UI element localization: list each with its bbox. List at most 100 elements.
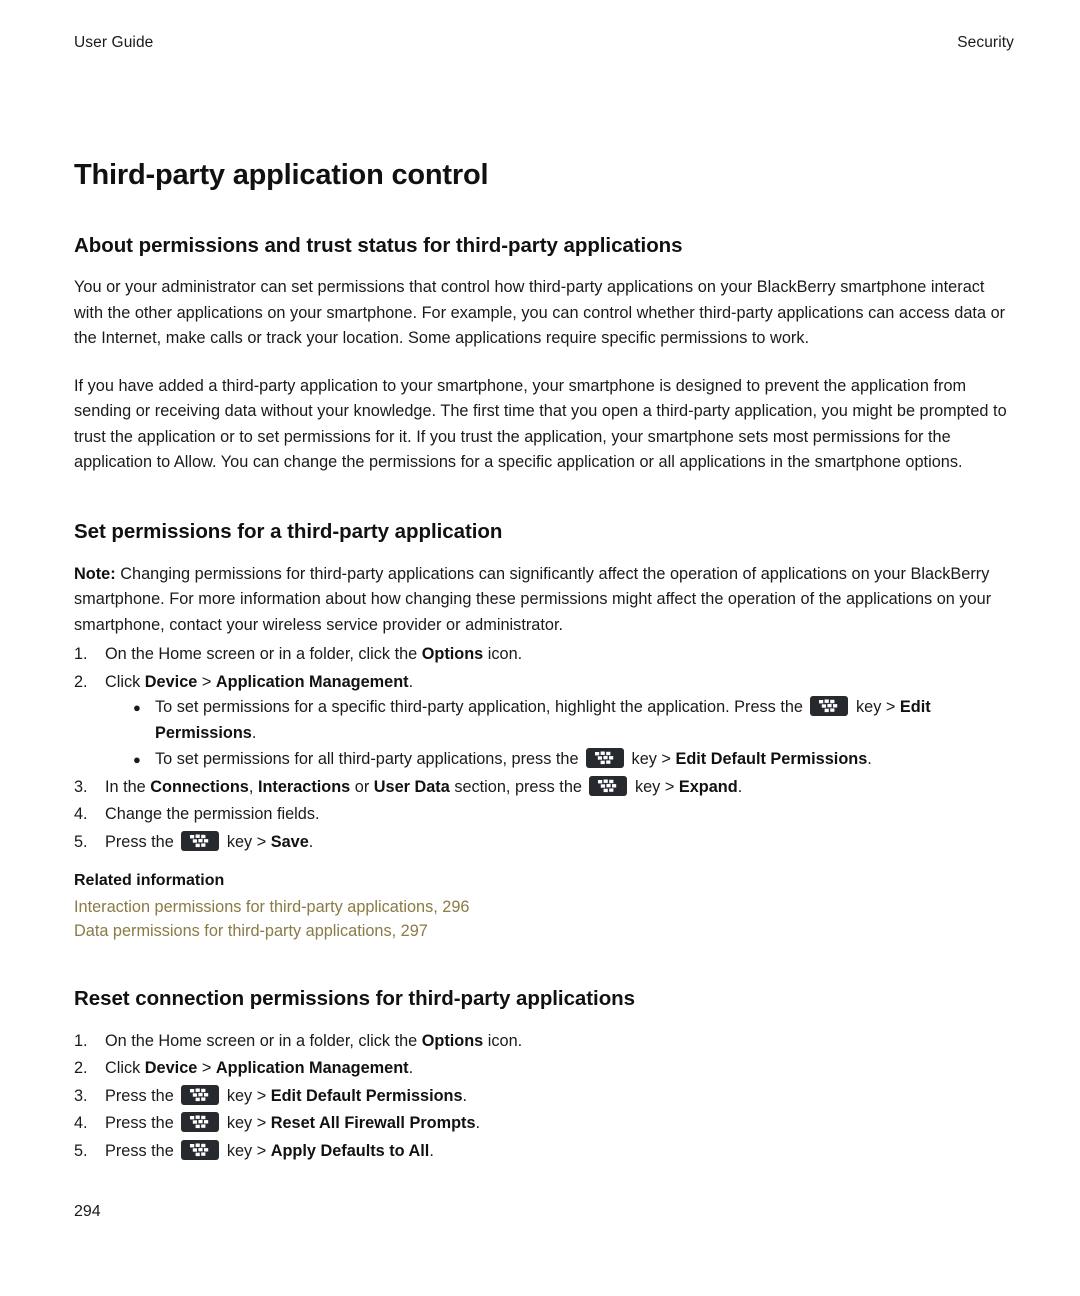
blackberry-menu-key-icon (589, 775, 628, 796)
step-text-part: . (408, 672, 414, 691)
blackberry-menu-key-icon (810, 696, 849, 717)
step-text-part: In the (105, 777, 151, 796)
page-title: Third-party application control (74, 159, 489, 191)
related-information-block: Related information Interaction permissi… (74, 869, 1014, 943)
step-item: 3. In the Connections, Interactions or Us… (74, 775, 1014, 801)
related-information-heading: Related information (74, 872, 225, 890)
step-text-part: or (350, 777, 374, 796)
blackberry-menu-key-icon (586, 748, 625, 769)
blackberry-menu-key-icon (181, 1084, 220, 1105)
step-item: 5. Press the key > Save. (74, 830, 1014, 856)
paragraph-about-permissions-1: You or your administrator can set permis… (74, 278, 1006, 348)
steps-list-set-permissions: 1. On the Home screen or in a folder, cli… (74, 642, 1014, 855)
step-text-part: Change the permission fields. (105, 805, 320, 824)
step-text-part: , (248, 777, 258, 796)
step-text-part: section, press the (449, 777, 587, 796)
related-link-interaction-permissions[interactable]: Interaction permissions for third-party … (74, 895, 1014, 919)
bullet-text-part: key > (627, 750, 676, 769)
step-emphasis-options: Options (421, 1031, 484, 1050)
step-number: 4. (74, 1114, 88, 1133)
step-emphasis-connections: Connections (150, 777, 249, 796)
bullet-text-part: . (867, 750, 872, 769)
blackberry-menu-key-icon (181, 830, 220, 851)
step-emphasis-application-management: Application Management (215, 1059, 409, 1078)
related-link-data-permissions[interactable]: Data permissions for third-party applica… (74, 919, 1014, 943)
step-item: 1. On the Home screen or in a folder, cli… (74, 642, 1014, 668)
step-separator: > (197, 672, 216, 691)
header-right-label: Security (957, 34, 1014, 51)
steps-list-reset-permissions: 1. On the Home screen or in a folder, cli… (74, 1029, 1014, 1165)
step-text-part: key > (222, 1141, 271, 1160)
step-text-part: . (408, 1059, 414, 1078)
bullet-text-part: To set permissions for a specific third-… (155, 698, 808, 717)
step-emphasis-user-data: User Data (373, 777, 450, 796)
step-text-part: On the Home screen or in a folder, click… (105, 645, 422, 664)
blackberry-menu-key-icon (181, 1139, 220, 1160)
header-left-label: User Guide (74, 34, 154, 51)
bullet-dot-icon: ● (133, 700, 141, 716)
step-number: 1. (74, 1031, 88, 1050)
step-emphasis-device: Device (144, 1059, 198, 1078)
step-emphasis-apply-defaults-to-all: Apply Defaults to All (270, 1141, 430, 1160)
step-text-part: . (462, 1086, 468, 1105)
step-text-part: On the Home screen or in a folder, click… (105, 1031, 422, 1050)
step-number: 3. (74, 777, 88, 796)
step-number: 2. (74, 1059, 88, 1078)
step-emphasis-save: Save (270, 832, 309, 851)
step-text-part: key > (630, 777, 679, 796)
step-text-part: Click (105, 1059, 145, 1078)
step-number: 3. (74, 1086, 88, 1105)
bullet-dot-icon: ● (133, 752, 141, 768)
paragraph-about-permissions-2: If you have added a third-party applicat… (74, 376, 1007, 472)
step-text-part: key > (222, 832, 271, 851)
sub-bullet-wrapper: ● To set permissions for a specific third… (105, 695, 1014, 773)
step-text-part: . (429, 1141, 434, 1160)
step-number: 5. (74, 832, 88, 851)
step-item: 4. Press the key > Reset All Firewall Pro… (74, 1111, 1014, 1137)
document-page: User Guide Security Third-party applicat… (0, 0, 1080, 1296)
sub-bullet-list: ● To set permissions for a specific third… (127, 695, 1014, 773)
bullet-text-part: To set permissions for all third-party a… (155, 750, 584, 769)
page-number: 294 (74, 1203, 101, 1220)
step-item: 5. Press the key > Apply Defaults to All. (74, 1139, 1014, 1165)
step-item: 4. Change the permission fields. (74, 802, 1014, 828)
note-text: Changing permissions for third-party app… (74, 564, 992, 634)
step-text-part: key > (222, 1114, 271, 1133)
step-emphasis-edit-default-permissions: Edit Default Permissions (270, 1086, 463, 1105)
step-emphasis-interactions: Interactions (257, 777, 351, 796)
section-heading-set-permissions: Set permissions for a third-party applic… (74, 519, 503, 543)
step-number: 2. (74, 672, 88, 691)
step-text-part: Press the (105, 1114, 179, 1133)
step-text-part: . (737, 777, 743, 796)
step-number: 4. (74, 805, 88, 824)
step-emphasis-reset-all-firewall-prompts: Reset All Firewall Prompts (270, 1114, 476, 1133)
step-text-part: . (475, 1114, 481, 1133)
step-emphasis-application-management: Application Management (215, 672, 409, 691)
step-text-part: key > (222, 1086, 271, 1105)
note-paragraph: Note: Changing permissions for third-par… (74, 562, 1014, 639)
step-number: 5. (74, 1141, 88, 1160)
blackberry-menu-key-icon (181, 1112, 220, 1133)
step-text-part: Press the (105, 1086, 179, 1105)
bullet-item: ● To set permissions for all third-party … (127, 747, 1014, 773)
section-heading-reset-connection-permissions: Reset connection permissions for third-p… (74, 987, 636, 1011)
step-text-part: Press the (105, 832, 179, 851)
step-text-part: Press the (105, 1141, 179, 1160)
step-item: 2. Click Device > Application Management.… (74, 670, 1014, 773)
step-text-part: . (308, 832, 314, 851)
section-heading-about-permissions: About permissions and trust status for t… (74, 233, 683, 257)
note-label: Note: (74, 564, 116, 583)
bullet-emphasis-edit-default-permissions: Edit Default Permissions (675, 750, 868, 769)
step-item: 1. On the Home screen or in a folder, cli… (74, 1029, 1014, 1055)
step-text-part: icon. (483, 645, 523, 664)
step-text-part: Click (105, 672, 145, 691)
running-header: User Guide Security (74, 34, 1014, 52)
step-item: 2. Click Device > Application Management. (74, 1056, 1014, 1082)
page-content: Third-party application control About pe… (74, 159, 1014, 1166)
bullet-item: ● To set permissions for a specific third… (127, 695, 1014, 746)
bullet-text-part: . (251, 723, 257, 742)
step-emphasis-expand: Expand (678, 777, 738, 796)
bullet-text-part: key > (851, 698, 900, 717)
step-emphasis-device: Device (144, 672, 198, 691)
step-item: 3. Press the key > Edit Default Permissio… (74, 1084, 1014, 1110)
